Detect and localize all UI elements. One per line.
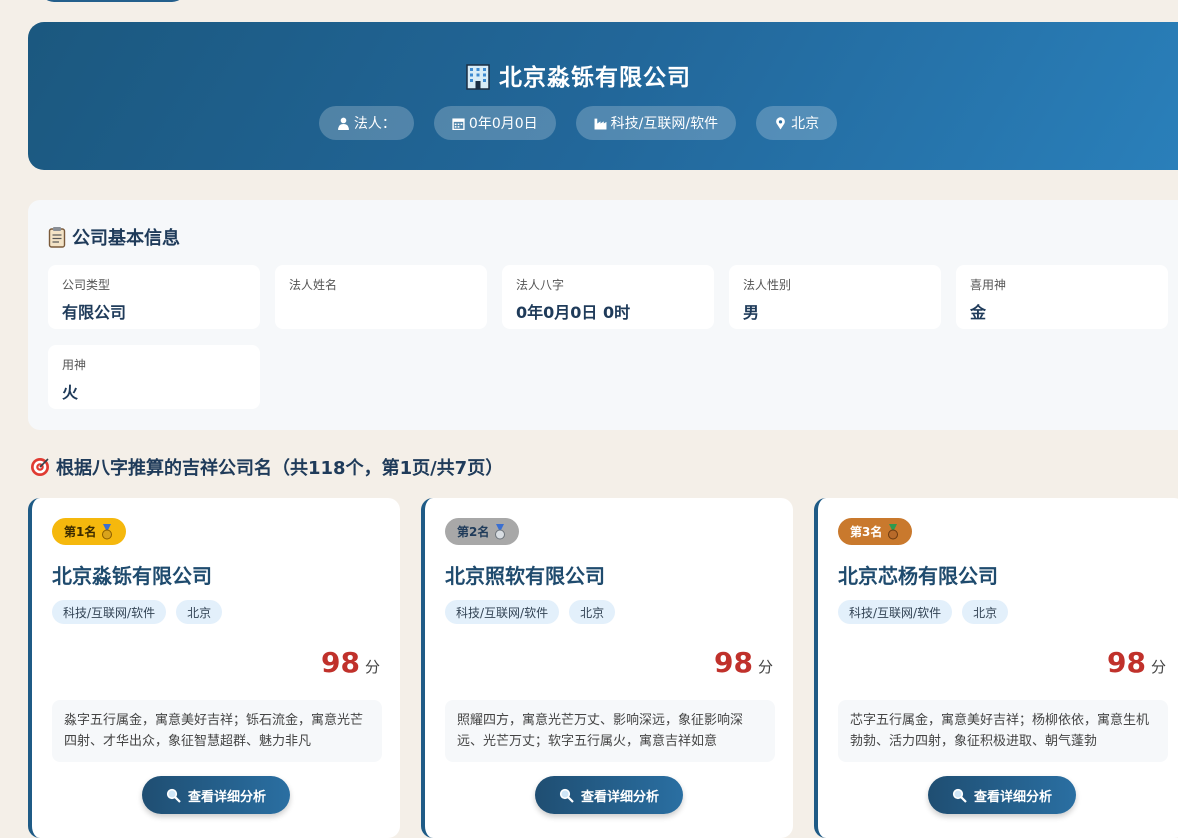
info-value: 金 <box>970 303 987 322</box>
company-title: 北京淼铄有限公司 <box>28 58 1128 92</box>
view-detail-label: 查看详细分析 <box>580 789 659 805</box>
medal-icon <box>888 523 899 539</box>
info-label: 法人性别 <box>743 278 792 292</box>
rank-label: 第3名 <box>850 525 883 539</box>
results-title: 根据八字推算的吉祥公司名（共118个，第1页/共7页） <box>56 458 504 479</box>
calendar-icon <box>452 117 465 130</box>
location-tag: 北京 <box>176 600 223 624</box>
user-icon <box>337 117 349 130</box>
target-icon <box>31 458 49 476</box>
score: 98 分 <box>714 646 773 679</box>
industry-tag: 科技/互联网/软件 <box>838 600 953 624</box>
view-detail-button[interactable]: 查看详细分析 <box>142 776 290 814</box>
info-value: 男 <box>743 303 760 322</box>
results-heading: 根据八字推算的吉祥公司名（共118个，第1页/共7页） <box>30 454 503 480</box>
map-marker-icon <box>776 116 785 129</box>
view-detail-label: 查看详细分析 <box>187 789 266 805</box>
score-unit: 分 <box>364 658 380 676</box>
view-detail-button[interactable]: 查看详细分析 <box>535 776 683 814</box>
info-label: 公司类型 <box>62 278 111 292</box>
magnifier-icon <box>559 788 574 803</box>
score: 98 分 <box>321 646 380 679</box>
info-cell-useful-god: 用神 火 <box>48 345 260 409</box>
top-nav-pill[interactable] <box>40 0 186 2</box>
rank-badge: 第1名 <box>52 518 127 545</box>
info-cell-bazi: 法人八字 0年0月0日 0时 <box>502 265 714 329</box>
info-label: 法人姓名 <box>289 278 338 292</box>
score-value: 98 <box>321 646 360 679</box>
industry-icon <box>594 118 607 129</box>
info-cell-gender: 法人性别 男 <box>729 265 941 329</box>
name-card-2: 第2名 北京照软有限公司 科技/互联网/软件 北京 98 分 照耀四方，寓意光芒万… <box>421 498 793 838</box>
info-value: 0年0月0日 0时 <box>516 303 631 322</box>
info-cell-legal-name: 法人姓名 <box>275 265 487 329</box>
info-label: 用神 <box>62 358 87 372</box>
score-value: 98 <box>1107 646 1146 679</box>
view-detail-label: 查看详细分析 <box>973 789 1052 805</box>
company-name: 北京淼铄有限公司 <box>52 564 212 588</box>
location-chip: 北京 <box>756 106 838 140</box>
industry-label: 科技/互联网/软件 <box>610 116 719 132</box>
name-description: 淼字五行属金，寓意美好吉祥；铄石流金，寓意光芒四射、才华出众，象征智慧超群、魅力… <box>52 700 382 762</box>
location-tag: 北京 <box>569 600 616 624</box>
industry-tag: 科技/互联网/软件 <box>52 600 167 624</box>
company-name: 北京芯杨有限公司 <box>838 564 998 588</box>
name-description: 芯字五行属金，寓意美好吉祥；杨柳依依，寓意生机勃勃、活力四射，象征积极进取、朝气… <box>838 700 1168 762</box>
medal-icon <box>102 523 113 539</box>
name-card-1: 第1名 北京淼铄有限公司 科技/互联网/软件 北京 98 分 淼字五行属金，寓意美… <box>28 498 400 838</box>
company-name: 北京照软有限公司 <box>445 564 605 588</box>
name-card-3: 第3名 北京芯杨有限公司 科技/互联网/软件 北京 98 分 芯字五行属金，寓意美… <box>814 498 1178 838</box>
info-value: 有限公司 <box>62 303 127 322</box>
basic-info-panel: 公司基本信息 公司类型 有限公司 法人姓名 法人八字 0年0月0日 0时 法人性… <box>28 200 1178 430</box>
office-building-icon <box>466 64 490 90</box>
score: 98 分 <box>1107 646 1166 679</box>
score-unit: 分 <box>757 658 773 676</box>
industry-chip: 科技/互联网/软件 <box>575 106 737 140</box>
date-label: 0年0月0日 <box>468 116 538 132</box>
rank-badge: 第2名 <box>445 518 520 545</box>
legal-person-label: 法人： <box>353 116 396 132</box>
info-value: 火 <box>62 383 79 402</box>
info-label: 法人八字 <box>516 278 565 292</box>
info-label: 喜用神 <box>970 278 1007 292</box>
score-unit: 分 <box>1150 658 1166 676</box>
basic-info-title: 公司基本信息 <box>72 228 180 249</box>
location-label: 北京 <box>791 116 820 132</box>
location-tag: 北京 <box>962 600 1009 624</box>
basic-info-heading: 公司基本信息 <box>48 224 180 250</box>
rank-label: 第2名 <box>457 525 490 539</box>
rank-badge: 第3名 <box>838 518 913 545</box>
view-detail-button[interactable]: 查看详细分析 <box>928 776 1076 814</box>
date-chip: 0年0月0日 <box>433 106 556 140</box>
info-cell-favorable-god: 喜用神 金 <box>956 265 1168 329</box>
rank-label: 第1名 <box>64 525 97 539</box>
name-description: 照耀四方，寓意光芒万丈、影响深远，象征影响深远、光芒万丈；软字五行属火，寓意吉祥… <box>445 700 775 762</box>
company-title-text: 北京淼铄有限公司 <box>499 65 691 91</box>
medal-icon <box>495 523 506 539</box>
info-cell-company-type: 公司类型 有限公司 <box>48 265 260 329</box>
legal-person-chip: 法人： <box>318 106 414 140</box>
clipboard-icon <box>48 227 66 248</box>
industry-tag: 科技/互联网/软件 <box>445 600 560 624</box>
magnifier-icon <box>952 788 967 803</box>
company-hero-banner: 北京淼铄有限公司 法人： 0年0月0日 科技/互联网/软件 北京 <box>28 22 1178 170</box>
score-value: 98 <box>714 646 753 679</box>
magnifier-icon <box>166 788 181 803</box>
